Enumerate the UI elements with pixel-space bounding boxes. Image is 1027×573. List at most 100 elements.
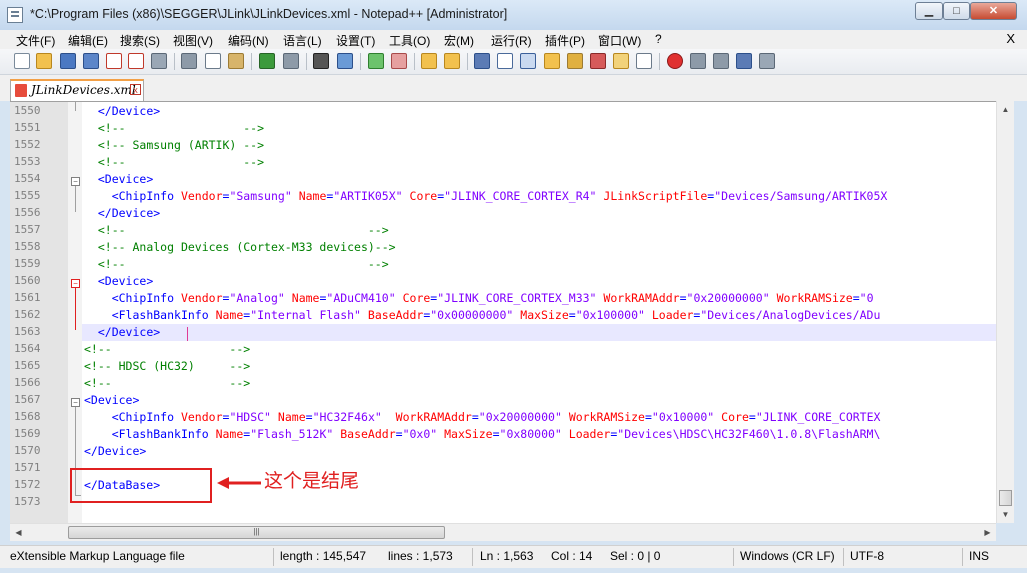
minimize-button[interactable]: ▁: [915, 2, 943, 20]
sync-horizontal-icon[interactable]: [444, 53, 460, 69]
menu-help[interactable]: ?: [655, 32, 662, 46]
menu-edit[interactable]: 编辑(E): [68, 32, 108, 49]
line-number: 1564: [14, 342, 41, 355]
menu-search[interactable]: 搜索(S): [120, 32, 160, 49]
monitoring-eye-icon[interactable]: [636, 53, 652, 69]
code-line[interactable]: 1567 <Device>: [10, 392, 996, 409]
code-line[interactable]: 1562 <FlashBankInfo Name="Internal Flash…: [10, 307, 996, 324]
code-line[interactable]: 1569 <FlashBankInfo Name="Flash_512K" Ba…: [10, 426, 996, 443]
user-language-icon[interactable]: [544, 53, 560, 69]
notepadpp-app-icon[interactable]: [7, 7, 23, 23]
vertical-scroll-thumb[interactable]: [999, 490, 1012, 506]
line-content: <!-- -->: [97, 121, 265, 135]
redo-icon[interactable]: [283, 53, 299, 69]
new-file-icon[interactable]: [14, 53, 30, 69]
editor-area[interactable]: 1550 </Device> 1551 <!-- --> 1552 <!-- Sam…: [10, 101, 996, 524]
print-icon[interactable]: [151, 53, 167, 69]
unsaved-file-icon: [15, 84, 27, 97]
code-line[interactable]: 1551 <!-- -->: [10, 120, 996, 137]
menu-language[interactable]: 语言(L): [283, 32, 322, 49]
menu-window[interactable]: 窗口(W): [598, 32, 641, 49]
fold-toggle-icon[interactable]: −: [71, 279, 80, 288]
stop-macro-icon[interactable]: [690, 53, 706, 69]
open-file-icon[interactable]: [36, 53, 52, 69]
replace-icon[interactable]: [337, 53, 353, 69]
indent-guide-icon[interactable]: [520, 53, 536, 69]
fold-toggle-icon[interactable]: −: [71, 398, 80, 407]
function-list-icon[interactable]: [590, 53, 606, 69]
code-line[interactable]: 1564 <!-- -->: [10, 341, 996, 358]
line-content: <!-- -->: [97, 155, 265, 169]
line-number: 1557: [14, 223, 41, 236]
scroll-up-icon[interactable]: ▲: [997, 101, 1014, 118]
show-all-chars-icon[interactable]: [497, 53, 513, 69]
menu-settings[interactable]: 设置(T): [336, 32, 375, 49]
line-number: 1570: [14, 444, 41, 457]
horizontal-scrollbar[interactable]: ◀ ||| ▶: [10, 523, 996, 541]
menu-plugins[interactable]: 插件(P): [545, 32, 585, 49]
copy-icon[interactable]: [205, 53, 221, 69]
title-bar[interactable]: *C:\Program Files (x86)\SEGGER\JLink\JLi…: [0, 0, 1027, 30]
code-line[interactable]: 1570 </Device>: [10, 443, 996, 460]
code-line[interactable]: 1557 <!-- -->: [10, 222, 996, 239]
code-line[interactable]: 1560 <Device>: [10, 273, 996, 290]
code-line[interactable]: 1556 </Device>: [10, 205, 996, 222]
cut-icon[interactable]: [181, 53, 197, 69]
zoom-in-icon[interactable]: [368, 53, 384, 69]
close-window-button[interactable]: ✕: [970, 2, 1017, 20]
play-macro-icon[interactable]: [713, 53, 729, 69]
code-line[interactable]: 1565 <!-- HDSC (HC32) -->: [10, 358, 996, 375]
close-file-icon[interactable]: [106, 53, 122, 69]
word-wrap-icon[interactable]: [474, 53, 490, 69]
code-line[interactable]: 1559 <!-- -->: [10, 256, 996, 273]
code-line[interactable]: 1554 <Device>: [10, 171, 996, 188]
code-line[interactable]: 1563 </Device>: [14, 324, 996, 341]
doc-map-icon[interactable]: [567, 53, 583, 69]
folder-workspace-icon[interactable]: [613, 53, 629, 69]
close-all-icon[interactable]: [128, 53, 144, 69]
run-macro-multiple-icon[interactable]: [736, 53, 752, 69]
code-line[interactable]: 1553 <!-- -->: [10, 154, 996, 171]
scroll-right-icon[interactable]: ▶: [979, 524, 996, 541]
record-macro-icon[interactable]: [667, 53, 683, 69]
paste-icon[interactable]: [228, 53, 244, 69]
code-line[interactable]: 1552 <!-- Samsung (ARTIK) -->: [10, 137, 996, 154]
status-column: Col : 14: [551, 549, 593, 563]
tab-close-icon[interactable]: x: [130, 84, 141, 95]
line-number: 1555: [14, 189, 41, 202]
code-line[interactable]: 1550 </Device>: [10, 103, 996, 120]
code-line[interactable]: 1558 <!-- Analog Devices (Cortex-M33 dev…: [10, 239, 996, 256]
line-content: <Device>: [97, 274, 154, 288]
menu-tools[interactable]: 工具(O): [389, 32, 430, 49]
menu-view[interactable]: 视图(V): [173, 32, 213, 49]
tab-label: JLinkDevices.xml: [31, 83, 136, 97]
code-line[interactable]: 1568 <ChipInfo Vendor="HDSC" Name="HC32F…: [10, 409, 996, 426]
line-number: 1556: [14, 206, 41, 219]
code-line[interactable]: 1566 <!-- -->: [10, 375, 996, 392]
save-all-icon[interactable]: [83, 53, 99, 69]
undo-icon[interactable]: [259, 53, 275, 69]
tab-jlinkdevices[interactable]: JLinkDevices.xml x: [10, 79, 144, 101]
fold-toggle-icon[interactable]: −: [71, 177, 80, 186]
line-content: <ChipInfo Vendor="Samsung" Name="ARTIK05…: [111, 189, 888, 203]
vertical-scrollbar[interactable]: ▲ ▼: [996, 101, 1014, 523]
line-number: 1572: [14, 478, 41, 491]
sync-vertical-icon[interactable]: [421, 53, 437, 69]
menu-macro[interactable]: 宏(M): [444, 32, 474, 49]
code-line[interactable]: 1561 <ChipInfo Vendor="Analog" Name="ADu…: [10, 290, 996, 307]
zoom-out-icon[interactable]: [391, 53, 407, 69]
menu-run[interactable]: 运行(R): [491, 32, 532, 49]
save-macro-icon[interactable]: [759, 53, 775, 69]
code-line[interactable]: 1555 <ChipInfo Vendor="Samsung" Name="AR…: [10, 188, 996, 205]
maximize-button[interactable]: □: [943, 2, 970, 20]
scroll-down-icon[interactable]: ▼: [997, 506, 1014, 523]
menu-file[interactable]: 文件(F): [16, 32, 55, 49]
status-selection: Sel : 0 | 0: [610, 549, 661, 563]
close-document-button[interactable]: X: [1006, 31, 1015, 46]
menu-encoding[interactable]: 编码(N): [228, 32, 269, 49]
status-bar: eXtensible Markup Language file length :…: [0, 545, 1027, 568]
find-icon[interactable]: [313, 53, 329, 69]
scroll-left-icon[interactable]: ◀: [10, 524, 27, 541]
save-icon[interactable]: [60, 53, 76, 69]
horizontal-scroll-thumb[interactable]: |||: [68, 526, 445, 539]
